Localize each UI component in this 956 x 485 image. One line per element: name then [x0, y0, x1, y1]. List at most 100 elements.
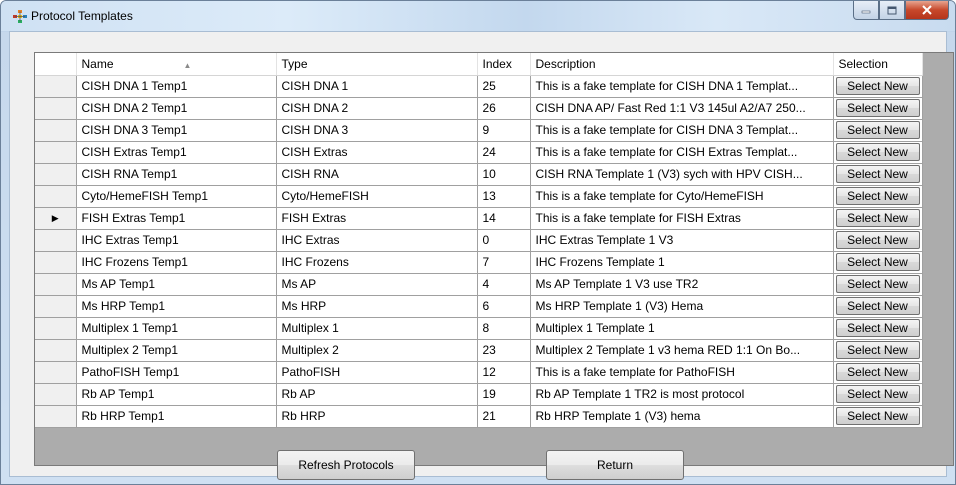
select-new-button[interactable]: Select New — [835, 187, 920, 205]
cell-description[interactable]: IHC Extras Template 1 V3 — [530, 229, 834, 252]
cell-name[interactable]: FISH Extras Temp1 — [76, 207, 277, 230]
cell-index[interactable]: 13 — [477, 185, 531, 208]
cell-type[interactable]: IHC Frozens — [276, 251, 478, 274]
row-header[interactable] — [35, 383, 77, 406]
cell-name[interactable]: IHC Extras Temp1 — [76, 229, 277, 252]
cell-name[interactable]: CISH DNA 3 Temp1 — [76, 119, 277, 142]
cell-type[interactable]: FISH Extras — [276, 207, 478, 230]
column-header-description[interactable]: Description — [530, 53, 834, 76]
cell-type[interactable]: CISH DNA 1 — [276, 75, 478, 98]
table-row[interactable]: Multiplex 2 Temp1 Multiplex 2 23 Multiplex … — [35, 339, 923, 362]
select-new-button[interactable]: Select New — [835, 363, 920, 381]
table-row[interactable]: Ms AP Temp1 Ms AP 4 Ms AP Template 1 V3 use… — [35, 273, 923, 296]
column-header-name[interactable]: Name ▲ — [76, 53, 277, 76]
cell-index[interactable]: 4 — [477, 273, 531, 296]
cell-name[interactable]: CISH RNA Temp1 — [76, 163, 277, 186]
select-new-button[interactable]: Select New — [835, 209, 920, 227]
cell-name[interactable]: CISH Extras Temp1 — [76, 141, 277, 164]
cell-name[interactable]: Cyto/HemeFISH Temp1 — [76, 185, 277, 208]
table-row[interactable]: Rb HRP Temp1 Rb HRP 21 Rb HRP Template 1 (V… — [35, 405, 923, 428]
cell-type[interactable]: Ms HRP — [276, 295, 478, 318]
row-header[interactable] — [35, 251, 77, 274]
cell-type[interactable]: Rb HRP — [276, 405, 478, 428]
cell-name[interactable]: Rb AP Temp1 — [76, 383, 277, 406]
cell-index[interactable]: 14 — [477, 207, 531, 230]
cell-type[interactable]: Multiplex 1 — [276, 317, 478, 340]
select-new-button[interactable]: Select New — [835, 297, 920, 315]
cell-description[interactable]: Ms AP Template 1 V3 use TR2 — [530, 273, 834, 296]
cell-name[interactable]: PathoFISH Temp1 — [76, 361, 277, 384]
minimize-button[interactable] — [853, 1, 879, 20]
cell-description[interactable]: This is a fake template for PathoFISH — [530, 361, 834, 384]
cell-description[interactable]: CISH RNA Template 1 (V3) sych with HPV C… — [530, 163, 834, 186]
cell-index[interactable]: 23 — [477, 339, 531, 362]
cell-description[interactable]: Rb AP Template 1 TR2 is most protocol — [530, 383, 834, 406]
cell-type[interactable]: CISH RNA — [276, 163, 478, 186]
select-new-button[interactable]: Select New — [835, 231, 920, 249]
table-row[interactable]: PathoFISH Temp1 PathoFISH 12 This is a fake… — [35, 361, 923, 384]
table-row[interactable]: Cyto/HemeFISH Temp1 Cyto/HemeFISH 13 This i… — [35, 185, 923, 208]
cell-index[interactable]: 24 — [477, 141, 531, 164]
cell-name[interactable]: Ms HRP Temp1 — [76, 295, 277, 318]
select-new-button[interactable]: Select New — [835, 143, 920, 161]
row-header[interactable] — [35, 405, 77, 428]
cell-index[interactable]: 8 — [477, 317, 531, 340]
cell-name[interactable]: CISH DNA 1 Temp1 — [76, 75, 277, 98]
row-header[interactable] — [35, 119, 77, 142]
cell-name[interactable]: Ms AP Temp1 — [76, 273, 277, 296]
select-new-button[interactable]: Select New — [835, 275, 920, 293]
cell-name[interactable]: Multiplex 1 Temp1 — [76, 317, 277, 340]
cell-type[interactable]: Multiplex 2 — [276, 339, 478, 362]
select-new-button[interactable]: Select New — [835, 99, 920, 117]
select-new-button[interactable]: Select New — [835, 341, 920, 359]
cell-description[interactable]: This is a fake template for FISH Extras — [530, 207, 834, 230]
row-header[interactable] — [35, 273, 77, 296]
cell-name[interactable]: Rb HRP Temp1 — [76, 405, 277, 428]
cell-type[interactable]: IHC Extras — [276, 229, 478, 252]
cell-type[interactable]: Cyto/HemeFISH — [276, 185, 478, 208]
select-new-button[interactable]: Select New — [835, 319, 920, 337]
row-header[interactable] — [35, 339, 77, 362]
cell-type[interactable]: Ms AP — [276, 273, 478, 296]
row-header[interactable] — [35, 75, 77, 98]
cell-description[interactable]: CISH DNA AP/ Fast Red 1:1 V3 145ul A2/A7… — [530, 97, 834, 120]
row-header[interactable] — [35, 97, 77, 120]
cell-description[interactable]: This is a fake template for CISH Extras … — [530, 141, 834, 164]
table-row[interactable]: CISH Extras Temp1 CISH Extras 24 This is a … — [35, 141, 923, 164]
table-row[interactable]: CISH DNA 1 Temp1 CISH DNA 1 25 This is a fa… — [35, 75, 923, 98]
column-header-type[interactable]: Type — [276, 53, 478, 76]
table-row[interactable]: CISH DNA 3 Temp1 CISH DNA 3 9 This is a fak… — [35, 119, 923, 142]
row-header[interactable] — [35, 163, 77, 186]
cell-index[interactable]: 0 — [477, 229, 531, 252]
table-row[interactable]: Ms HRP Temp1 Ms HRP 6 Ms HRP Template 1 (V3… — [35, 295, 923, 318]
select-new-button[interactable]: Select New — [835, 165, 920, 183]
table-row[interactable]: IHC Frozens Temp1 IHC Frozens 7 IHC Frozens… — [35, 251, 923, 274]
cell-type[interactable]: CISH Extras — [276, 141, 478, 164]
cell-index[interactable]: 21 — [477, 405, 531, 428]
cell-type[interactable]: Rb AP — [276, 383, 478, 406]
cell-index[interactable]: 12 — [477, 361, 531, 384]
column-header-selection[interactable]: Selection — [833, 53, 923, 76]
refresh-protocols-button[interactable]: Refresh Protocols — [277, 450, 415, 480]
protocols-grid[interactable]: Name ▲ Type Index Description Selection C… — [34, 52, 954, 466]
cell-index[interactable]: 6 — [477, 295, 531, 318]
row-header[interactable]: ▶ — [35, 207, 77, 230]
cell-name[interactable]: IHC Frozens Temp1 — [76, 251, 277, 274]
cell-type[interactable]: PathoFISH — [276, 361, 478, 384]
cell-description[interactable]: This is a fake template for CISH DNA 3 T… — [530, 119, 834, 142]
title-bar[interactable]: Protocol Templates — [1, 1, 955, 31]
row-header[interactable] — [35, 229, 77, 252]
select-new-button[interactable]: Select New — [835, 77, 920, 95]
cell-index[interactable]: 9 — [477, 119, 531, 142]
row-header[interactable] — [35, 141, 77, 164]
cell-index[interactable]: 25 — [477, 75, 531, 98]
table-row[interactable]: Rb AP Temp1 Rb AP 19 Rb AP Template 1 TR2 i… — [35, 383, 923, 406]
select-new-button[interactable]: Select New — [835, 407, 920, 425]
table-row[interactable]: ▶ FISH Extras Temp1 FISH Extras 14 This is a… — [35, 207, 923, 230]
cell-name[interactable]: CISH DNA 2 Temp1 — [76, 97, 277, 120]
column-header-index[interactable]: Index — [477, 53, 531, 76]
row-header[interactable] — [35, 361, 77, 384]
cell-name[interactable]: Multiplex 2 Temp1 — [76, 339, 277, 362]
cell-description[interactable]: This is a fake template for CISH DNA 1 T… — [530, 75, 834, 98]
close-button[interactable] — [905, 1, 949, 20]
